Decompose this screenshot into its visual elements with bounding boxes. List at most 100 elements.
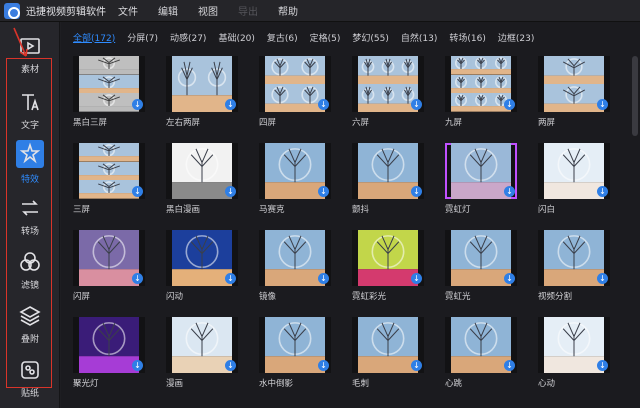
effect-card[interactable]: ↓ 镜像 <box>259 230 331 302</box>
tab-2[interactable]: 动感(27) <box>170 31 206 44</box>
effect-card[interactable]: ↓ 马赛克 <box>259 143 331 215</box>
download-icon[interactable]: ↓ <box>597 360 608 371</box>
effect-thumbnail[interactable]: ↓ <box>166 143 238 199</box>
scrollbar-thumb[interactable] <box>632 56 638 136</box>
scrollbar[interactable] <box>632 56 638 408</box>
effect-card[interactable]: ↓ 黑白三屏 <box>73 56 145 128</box>
sidebar-item-text[interactable]: 文字 <box>0 82 60 138</box>
effect-thumbnail[interactable]: ↓ <box>166 56 238 112</box>
download-icon[interactable]: ↓ <box>504 99 515 110</box>
download-icon[interactable]: ↓ <box>318 360 329 371</box>
menu-export[interactable]: 导出 <box>238 3 266 18</box>
sidebar-item-sticker[interactable]: 贴纸 <box>0 350 60 406</box>
effect-thumbnail[interactable]: ↓ <box>166 230 238 286</box>
effect-thumbnail[interactable]: ↓ <box>538 317 610 373</box>
effect-card[interactable]: ↓ 左右两屏 <box>166 56 238 128</box>
effect-thumbnail[interactable]: ↓ <box>538 56 610 112</box>
effect-thumbnail[interactable]: ↓ <box>166 317 238 373</box>
download-icon[interactable]: ↓ <box>318 186 329 197</box>
download-icon[interactable]: ↓ <box>411 186 422 197</box>
tab-4[interactable]: 复古(6) <box>267 31 298 44</box>
download-icon[interactable]: ↓ <box>225 360 236 371</box>
tab-0[interactable]: 全部(172) <box>73 31 115 44</box>
effect-card[interactable]: ↓ 四屏 <box>259 56 331 128</box>
effect-thumbnail[interactable]: ↓ <box>259 56 331 112</box>
effect-card[interactable]: ↓ 霓虹彩光 <box>352 230 424 302</box>
effect-thumbnail[interactable]: ↓ <box>73 56 145 112</box>
tab-1[interactable]: 分屏(7) <box>127 31 158 44</box>
download-icon[interactable]: ↓ <box>411 273 422 284</box>
effect-thumbnail[interactable]: ↓ <box>538 143 610 199</box>
download-icon[interactable]: ↓ <box>597 273 608 284</box>
effect-thumbnail[interactable]: ↓ <box>259 317 331 373</box>
download-icon[interactable]: ↓ <box>504 273 515 284</box>
effect-thumbnail[interactable]: ↓ <box>445 143 517 199</box>
download-icon[interactable]: ↓ <box>225 273 236 284</box>
effect-thumbnail[interactable]: ↓ <box>73 143 145 199</box>
tab-9[interactable]: 边框(23) <box>498 31 534 44</box>
effect-card[interactable]: ↓ 霓虹灯 <box>445 143 517 215</box>
menu-help[interactable]: 帮助 <box>278 3 306 18</box>
download-icon[interactable]: ↓ <box>225 99 236 110</box>
sidebar-item-label: 滤镜 <box>20 280 39 291</box>
effect-card[interactable]: ↓ 水中倒影 <box>259 317 331 389</box>
download-icon[interactable]: ↓ <box>132 99 143 110</box>
effect-thumbnail[interactable]: ↓ <box>352 56 424 112</box>
effect-thumbnail[interactable]: ↓ <box>73 230 145 286</box>
effect-thumbnail[interactable]: ↓ <box>352 230 424 286</box>
effect-thumbnail[interactable]: ↓ <box>259 143 331 199</box>
effect-card[interactable]: ↓ 霓虹光 <box>445 230 517 302</box>
download-icon[interactable]: ↓ <box>132 273 143 284</box>
effect-card[interactable]: ↓ 漫画 <box>166 317 238 389</box>
sidebar-item-filter[interactable]: 滤镜 <box>0 242 60 298</box>
effect-thumbnail[interactable]: ↓ <box>259 230 331 286</box>
download-icon[interactable]: ↓ <box>597 99 608 110</box>
tab-6[interactable]: 梦幻(55) <box>352 31 388 44</box>
download-icon[interactable]: ↓ <box>225 186 236 197</box>
effect-preview-image <box>544 230 604 286</box>
effect-preview-image <box>451 230 511 286</box>
effect-card[interactable]: ↓ 闪白 <box>538 143 610 215</box>
download-icon[interactable]: ↓ <box>132 360 143 371</box>
effect-thumbnail[interactable]: ↓ <box>352 317 424 373</box>
effect-thumbnail[interactable]: ↓ <box>445 230 517 286</box>
effect-thumbnail[interactable]: ↓ <box>445 317 517 373</box>
sidebar-item-transition[interactable]: 转场 <box>0 188 60 244</box>
tab-7[interactable]: 自然(13) <box>401 31 437 44</box>
effect-card[interactable]: ↓ 两屏 <box>538 56 610 128</box>
download-icon[interactable]: ↓ <box>318 273 329 284</box>
effect-card[interactable]: ↓ 毛刺 <box>352 317 424 389</box>
effect-card[interactable]: ↓ 聚光灯 <box>73 317 145 389</box>
sidebar-item-effects[interactable]: 特效 <box>0 134 60 190</box>
tab-5[interactable]: 定格(5) <box>310 31 341 44</box>
effect-thumbnail[interactable]: ↓ <box>73 317 145 373</box>
download-icon[interactable]: ↓ <box>318 99 329 110</box>
effect-card[interactable]: ↓ 九屏 <box>445 56 517 128</box>
effect-thumbnail[interactable]: ↓ <box>538 230 610 286</box>
sidebar-item-overlay[interactable]: 叠附 <box>0 296 60 352</box>
effect-label: 视频分割 <box>538 292 573 302</box>
effect-card[interactable]: ↓ 心动 <box>538 317 610 389</box>
effect-card[interactable]: ↓ 黑白漫画 <box>166 143 238 215</box>
download-icon[interactable]: ↓ <box>411 360 422 371</box>
effect-preview-image <box>265 56 325 112</box>
download-icon[interactable]: ↓ <box>411 99 422 110</box>
download-icon[interactable]: ↓ <box>132 186 143 197</box>
effect-thumbnail[interactable]: ↓ <box>445 56 517 112</box>
effect-card[interactable]: ↓ 闪屏 <box>73 230 145 302</box>
effect-card[interactable]: ↓ 颤抖 <box>352 143 424 215</box>
effect-thumbnail[interactable]: ↓ <box>352 143 424 199</box>
download-icon[interactable]: ↓ <box>597 186 608 197</box>
tab-8[interactable]: 转场(16) <box>449 31 485 44</box>
download-icon[interactable]: ↓ <box>504 360 515 371</box>
tab-3[interactable]: 基础(20) <box>218 31 254 44</box>
effect-card[interactable]: ↓ 闪动 <box>166 230 238 302</box>
effect-card[interactable]: ↓ 心跳 <box>445 317 517 389</box>
menu-file[interactable]: 文件 <box>118 3 146 18</box>
effect-card[interactable]: ↓ 视频分割 <box>538 230 610 302</box>
menu-view[interactable]: 视图 <box>198 3 226 18</box>
download-icon[interactable]: ↓ <box>504 186 515 197</box>
menu-edit[interactable]: 编辑 <box>158 3 186 18</box>
effect-card[interactable]: ↓ 三屏 <box>73 143 145 215</box>
effect-card[interactable]: ↓ 六屏 <box>352 56 424 128</box>
